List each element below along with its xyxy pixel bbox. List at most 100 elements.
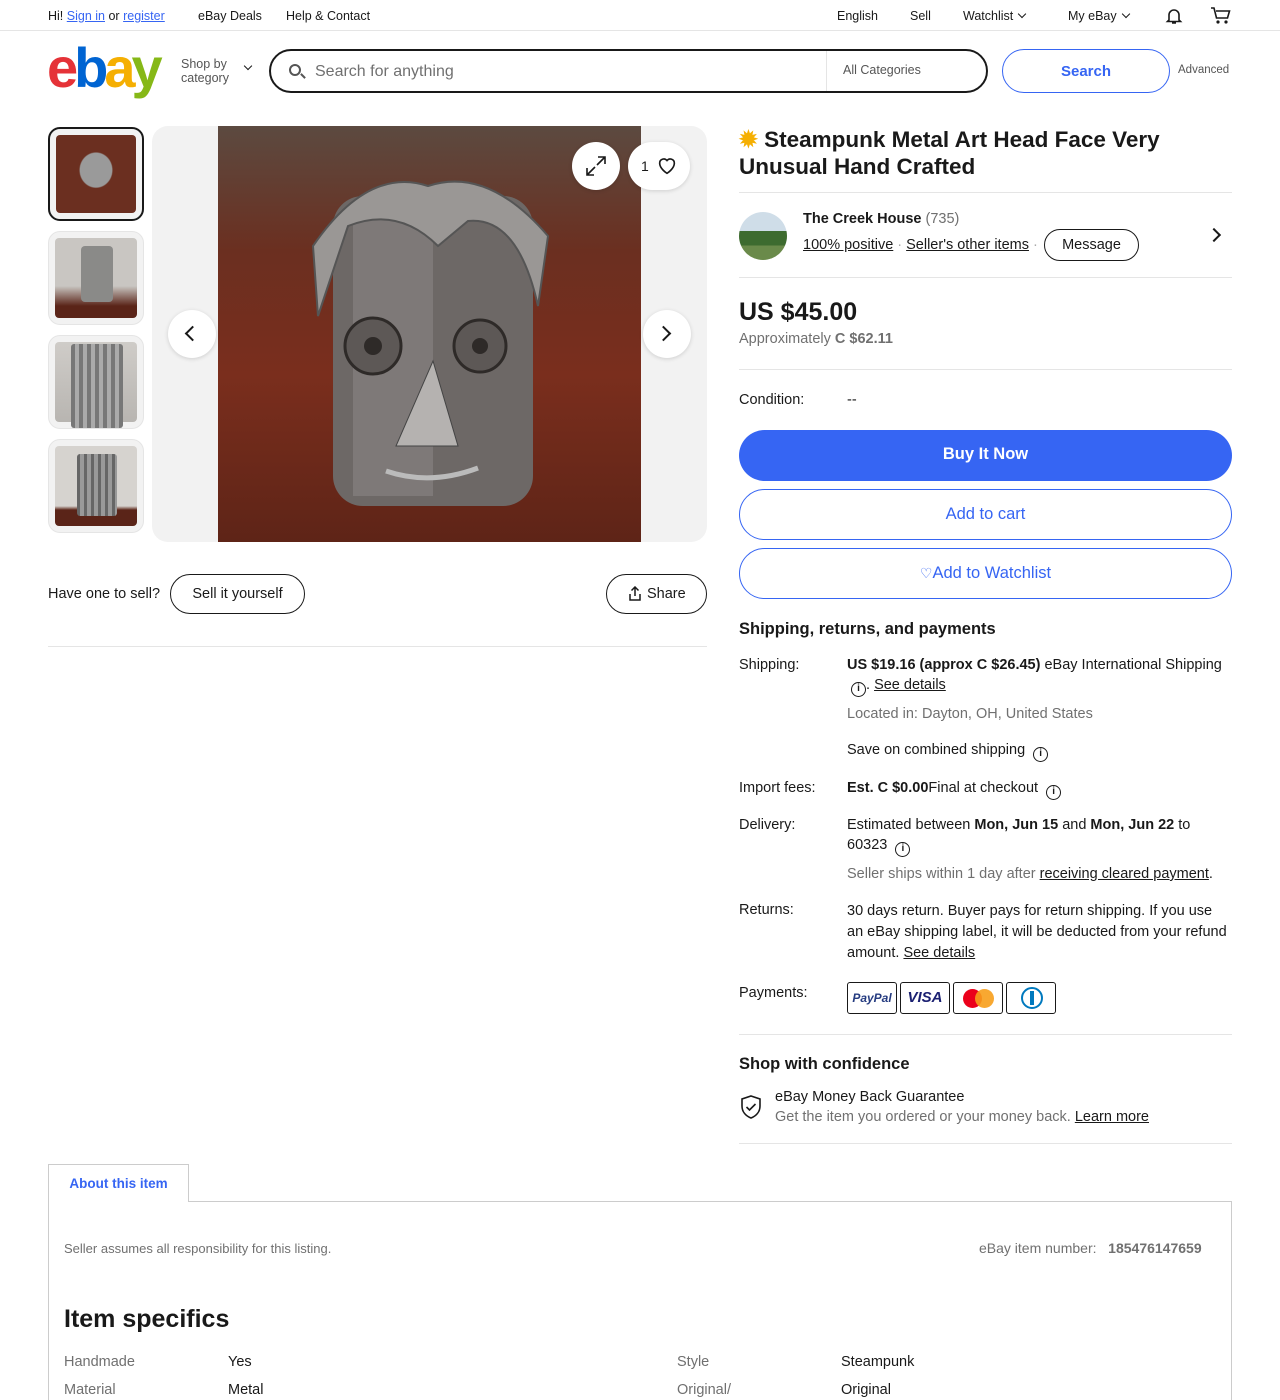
- ebay-logo[interactable]: ebay: [47, 38, 163, 98]
- shop-by-category-button[interactable]: Shop by category: [181, 57, 253, 85]
- add-to-cart-button[interactable]: Add to cart: [739, 489, 1232, 540]
- buy-it-now-button[interactable]: Buy It Now: [739, 430, 1232, 481]
- learn-more-link[interactable]: Learn more: [1075, 1109, 1149, 1125]
- expand-icon: [586, 156, 606, 176]
- spec-label: Material: [64, 1382, 116, 1398]
- global-header-bar: Hi! Sign in or register eBay Deals Help …: [0, 0, 1280, 31]
- seller-other-items-link[interactable]: Seller's other items: [906, 237, 1029, 253]
- approx-price: Approximately C $62.11: [739, 331, 893, 347]
- category-line: category: [181, 71, 229, 85]
- divider: [739, 277, 1232, 278]
- or-text: or: [108, 9, 120, 23]
- condition-label: Condition:: [739, 392, 805, 408]
- seller-name-link[interactable]: The Creek House: [803, 211, 921, 227]
- my-ebay-label: My eBay: [1068, 9, 1117, 23]
- seller-avatar[interactable]: [739, 212, 787, 260]
- chevron-down-icon: [1018, 9, 1027, 19]
- info-icon[interactable]: i: [895, 842, 911, 857]
- item-number-value: 185476147659: [1108, 1240, 1202, 1256]
- seller-disclaimer: Seller assumes all responsibility for th…: [64, 1241, 332, 1256]
- import-fees-amount: Est. C $0.00: [847, 780, 929, 796]
- delivery-from: Mon, Jun 15: [974, 817, 1059, 833]
- approx-label: Approximately: [739, 331, 831, 347]
- search-input[interactable]: Search for anything: [315, 63, 454, 81]
- divider: [739, 1143, 1232, 1144]
- chevron-left-icon: [184, 325, 201, 342]
- guarantee-desc-text: Get the item you ordered or your money b…: [775, 1109, 1071, 1125]
- product-photo[interactable]: [218, 126, 641, 542]
- search-icon: [289, 64, 301, 76]
- sell-prompt: Have one to sell?: [48, 586, 161, 602]
- thumbnail-3[interactable]: [48, 335, 144, 429]
- deals-link[interactable]: eBay Deals: [198, 9, 262, 23]
- separator: ·: [1032, 237, 1038, 253]
- shipping-see-details-link[interactable]: See details: [874, 677, 946, 693]
- returns-value: 30 days return. Buyer pays for return sh…: [847, 901, 1232, 964]
- delivery-pre: Estimated between: [847, 817, 971, 833]
- seller-positive-link[interactable]: 100% positive: [803, 237, 893, 253]
- spec-value: Metal: [228, 1382, 264, 1398]
- cart-icon[interactable]: [1210, 6, 1232, 26]
- chevron-down-icon: [243, 61, 253, 71]
- greeting: Hi! Sign in or register: [48, 9, 165, 23]
- sign-in-link[interactable]: Sign in: [67, 9, 105, 23]
- location: Located in: Dayton, OH, United States: [847, 704, 1232, 724]
- message-seller-button[interactable]: Message: [1044, 229, 1139, 261]
- tab-about-this-item[interactable]: About this item: [48, 1164, 189, 1202]
- prev-image-button[interactable]: [168, 310, 216, 358]
- info-icon[interactable]: i: [851, 682, 866, 697]
- info-icon[interactable]: i: [1033, 747, 1049, 762]
- share-label: Share: [647, 586, 686, 602]
- thumbnail-4[interactable]: [48, 439, 144, 533]
- help-contact-link[interactable]: Help & Contact: [286, 9, 370, 23]
- category-select[interactable]: All Categories: [826, 51, 986, 91]
- import-fees-label: Import fees:: [739, 780, 816, 796]
- sell-it-yourself-button[interactable]: Sell it yourself: [170, 574, 305, 614]
- listing-title-text: Steampunk Metal Art Head Face Very Unusu…: [739, 127, 1160, 179]
- shipping-method: eBay International Shipping: [1044, 657, 1222, 673]
- share-button[interactable]: Share: [606, 574, 707, 614]
- seller-feedback-count: (735): [925, 211, 960, 227]
- add-to-watchlist-button[interactable]: ♡Add to Watchlist: [739, 548, 1232, 599]
- shield-check-icon: [741, 1095, 761, 1119]
- diners-club-icon: [1006, 982, 1056, 1014]
- thumbnail-1[interactable]: [48, 127, 144, 221]
- register-link[interactable]: register: [123, 9, 165, 23]
- heart-icon: ♡: [919, 565, 933, 581]
- thumbnail-2[interactable]: [48, 231, 144, 325]
- shipping-label: Shipping:: [739, 657, 800, 673]
- import-fees-value: Est. C $0.00Final at checkout i: [847, 778, 1232, 800]
- combined-shipping: Save on combined shipping i: [847, 740, 1232, 762]
- returns-see-details-link[interactable]: See details: [903, 945, 975, 961]
- delivery-label: Delivery:: [739, 817, 796, 833]
- main-image-viewer: 1: [152, 126, 707, 542]
- watch-count-button[interactable]: 1: [628, 142, 690, 190]
- info-icon[interactable]: i: [1046, 785, 1062, 800]
- spec-label: Handmade: [64, 1354, 135, 1370]
- watchlist-menu[interactable]: Watchlist: [963, 9, 1027, 23]
- guarantee-title: eBay Money Back Guarantee: [775, 1089, 965, 1105]
- sell-link[interactable]: Sell: [910, 9, 931, 23]
- expand-image-button[interactable]: [572, 142, 620, 190]
- divider: [48, 646, 707, 647]
- chevron-down-icon: [1121, 9, 1130, 19]
- watchlist-label: Watchlist: [963, 9, 1014, 23]
- divider: [739, 1034, 1232, 1035]
- delivery-and: and: [1062, 817, 1087, 833]
- steampunk-head-image: [311, 180, 550, 506]
- advanced-search-link[interactable]: Advanced: [1178, 64, 1229, 76]
- cleared-payment-link[interactable]: receiving cleared payment: [1040, 866, 1209, 882]
- shipping-value: US $19.16 (approx C $26.45) eBay Interna…: [847, 655, 1232, 697]
- item-specifics-heading: Item specifics: [64, 1305, 230, 1333]
- search-button[interactable]: Search: [1002, 49, 1170, 93]
- chevron-right-icon[interactable]: [1206, 227, 1222, 243]
- location-text: Located in: Dayton, OH, United States: [847, 706, 1093, 722]
- separator: ·: [897, 237, 903, 253]
- spec-value: Original: [841, 1382, 891, 1398]
- item-number: eBay item number: 185476147659: [979, 1240, 1202, 1256]
- add-to-watchlist-label: Add to Watchlist: [932, 564, 1052, 582]
- next-image-button[interactable]: [643, 310, 691, 358]
- language-selector[interactable]: English: [837, 9, 878, 23]
- my-ebay-menu[interactable]: My eBay: [1068, 9, 1130, 23]
- bell-icon[interactable]: [1164, 6, 1184, 26]
